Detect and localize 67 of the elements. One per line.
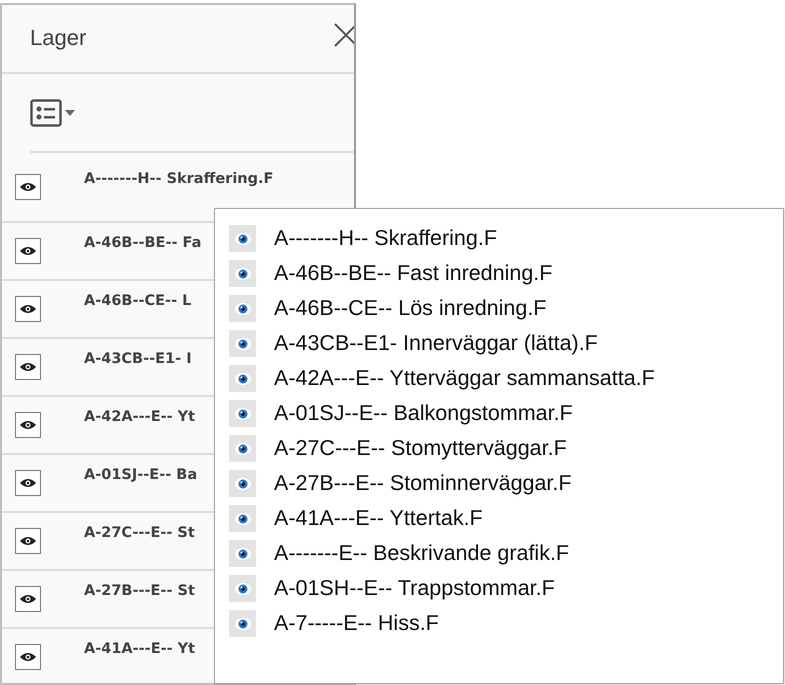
eye-icon (19, 593, 37, 605)
visibility-toggle[interactable] (229, 330, 256, 357)
eye-icon (234, 336, 252, 352)
layer-name: A-01SJ--E-- Balkongstommar.F (274, 400, 573, 428)
layer-name: A-27C---E-- Stomytterväggar.F (274, 435, 567, 462)
visibility-toggle[interactable] (229, 505, 256, 532)
layer-name: A-43CB--E1- Innerväggar (lätta).F (274, 330, 598, 358)
eye-icon (19, 181, 37, 193)
visibility-toggle[interactable] (229, 575, 256, 602)
eye-icon (234, 510, 252, 526)
visibility-toggle[interactable] (15, 644, 41, 670)
layer-name: A-------H-- Skraffering.F (274, 225, 497, 252)
layer-name: A-27B---E-- Stominnerväggar.F (274, 470, 572, 498)
visibility-toggle[interactable] (229, 225, 256, 252)
layer-name: A-27B---E-- St (84, 582, 195, 602)
layer-name: A-46B--BE-- Fa (84, 234, 202, 254)
eye-icon (234, 406, 252, 422)
visibility-toggle[interactable] (229, 400, 256, 427)
close-icon[interactable] (332, 21, 354, 49)
eye-icon (234, 370, 252, 386)
eye-icon (234, 476, 252, 492)
visibility-toggle[interactable] (229, 295, 256, 322)
eye-icon (234, 616, 252, 632)
eye-icon (19, 361, 37, 373)
eye-icon (19, 477, 37, 489)
eye-icon (234, 580, 252, 596)
layer-name: A-------H-- Skraffering.F (84, 170, 274, 190)
caret-icon (65, 110, 75, 116)
eye-icon (234, 300, 252, 316)
visibility-toggle[interactable] (229, 260, 256, 287)
visibility-toggle[interactable] (15, 470, 41, 496)
visibility-toggle[interactable] (15, 174, 41, 200)
layer-name: A-43CB--E1- I (84, 350, 192, 370)
eye-icon (234, 266, 252, 282)
visibility-toggle[interactable] (229, 610, 256, 637)
eye-icon (19, 535, 37, 547)
visibility-toggle[interactable] (15, 354, 41, 380)
eye-icon (19, 303, 37, 315)
eye-icon (19, 245, 37, 257)
eye-icon (19, 651, 37, 663)
visibility-toggle[interactable] (15, 238, 41, 264)
visibility-toggle[interactable] (15, 296, 41, 322)
visibility-toggle[interactable] (15, 412, 41, 438)
eye-icon (234, 440, 252, 456)
layer-name: A-41A---E-- Yt (84, 640, 196, 660)
layer-name: A-46B--BE-- Fast inredning.F (274, 260, 552, 288)
layer-name: A-27C---E-- St (84, 524, 195, 544)
layer-name: A-46B--CE-- L (84, 292, 192, 312)
layer-name: A-01SJ--E-- Ba (84, 466, 198, 486)
eye-icon (234, 546, 252, 562)
layer-name: A-46B--CE-- Lös inredning.F (274, 295, 546, 322)
layer-name: A-------E-- Beskrivande grafik.F (274, 540, 570, 568)
visibility-toggle[interactable] (229, 435, 256, 462)
visibility-toggle[interactable] (229, 365, 256, 392)
eye-icon (234, 230, 252, 246)
layer-name: A-42A---E-- Ytterväggar sammansatta.F (274, 365, 655, 392)
panel-title: Lager (30, 25, 86, 50)
layer-name: A-01SH--E-- Trappstommar.F (274, 575, 555, 602)
eye-icon (19, 419, 37, 431)
layer-name: A-41A---E-- Yttertak.F (274, 505, 483, 532)
visibility-toggle[interactable] (15, 586, 41, 612)
layer-name: A-7-----E-- Hiss.F (274, 610, 439, 638)
visibility-toggle[interactable] (229, 540, 256, 567)
visibility-toggle[interactable] (15, 528, 41, 554)
list-options-button[interactable] (30, 98, 75, 126)
layer-name: A-42A---E-- Yt (84, 408, 196, 428)
visibility-toggle[interactable] (229, 470, 256, 497)
